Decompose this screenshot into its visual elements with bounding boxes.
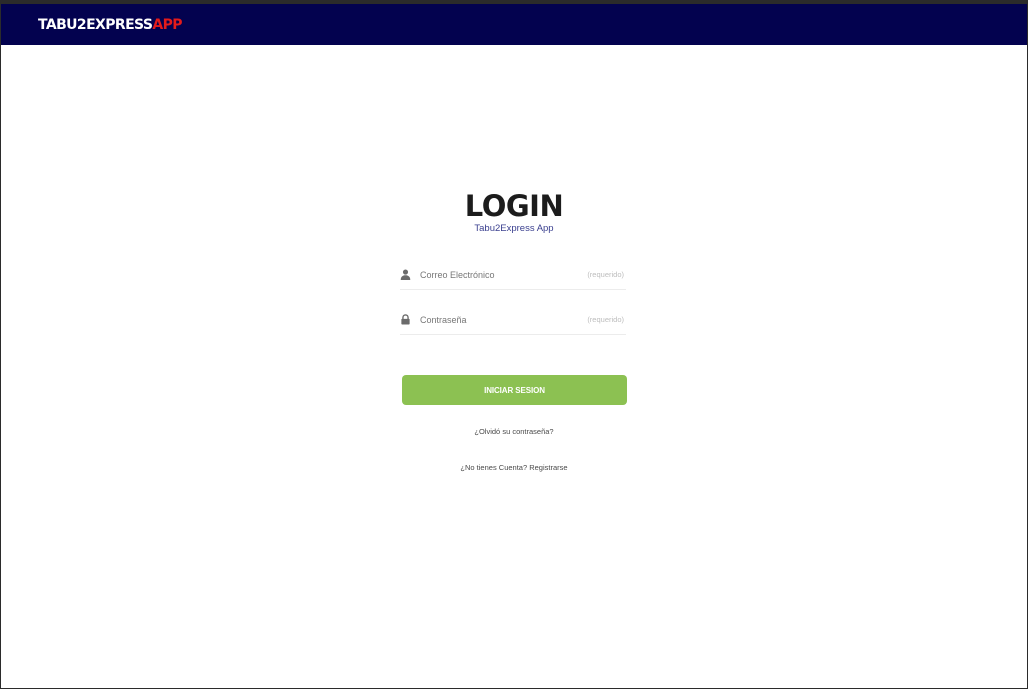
password-input[interactable] (420, 313, 570, 327)
page-subtitle: Tabu2Express App (474, 223, 554, 234)
forgot-password-row: ¿Olvidó su contraseña? (1, 427, 1027, 437)
forgot-password-link[interactable]: ¿Olvidó su contraseña? (474, 427, 553, 436)
lock-icon (401, 314, 410, 325)
password-required-hint: (requerido) (587, 315, 624, 324)
browser-frame: TABU2EXPRESSAPP LOGIN Tabu2Express App (… (0, 0, 1028, 689)
email-field-group: (requerido) (400, 264, 626, 290)
login-submit-button[interactable]: INICIAR SESION (402, 375, 627, 405)
password-field-group: (requerido) (400, 309, 626, 335)
user-icon (400, 269, 411, 280)
register-row: ¿No tienes Cuenta? Registrarse (1, 463, 1027, 473)
top-navbar: TABU2EXPRESSAPP (1, 4, 1027, 45)
brand-suffix: APP (152, 17, 182, 33)
page-title: LOGIN (464, 189, 564, 223)
register-link[interactable]: ¿No tienes Cuenta? Registrarse (460, 463, 567, 472)
email-required-hint: (requerido) (587, 270, 624, 279)
email-input[interactable] (420, 268, 570, 282)
brand-name: TABU2EXPRESS (38, 17, 153, 33)
page-viewport: TABU2EXPRESSAPP LOGIN Tabu2Express App (… (1, 4, 1027, 688)
brand-logo[interactable]: TABU2EXPRESSAPP (38, 17, 183, 33)
